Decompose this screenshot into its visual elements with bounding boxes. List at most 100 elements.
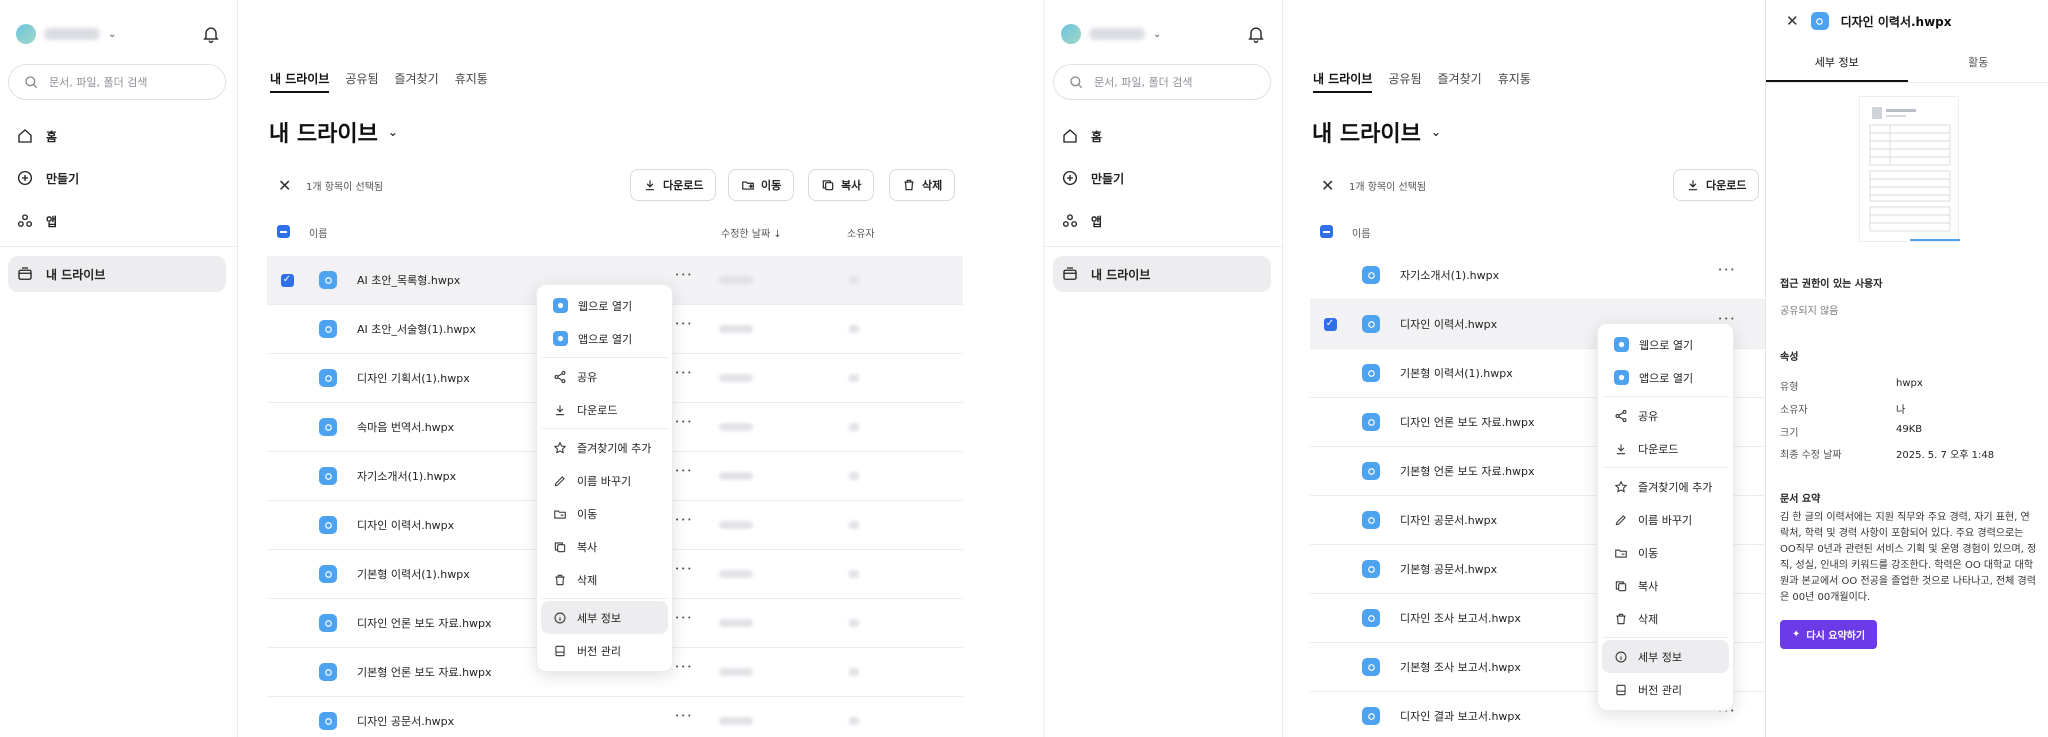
menu-delete[interactable]: 삭제 [541, 563, 668, 596]
search-input[interactable] [1094, 75, 1254, 89]
menu-details[interactable]: 세부 정보 [541, 601, 668, 634]
download-button[interactable]: 다운로드 [630, 169, 717, 201]
table-row[interactable]: 디자인 공문서.hwpx ••• [267, 697, 963, 737]
nav-apps[interactable]: 앱 [8, 203, 226, 239]
menu-favorite[interactable]: 즐겨찾기에 추가 [1602, 470, 1729, 503]
resummarize-button[interactable]: ✦ 다시 요약하기 [1780, 620, 1878, 649]
row-checkbox-cell[interactable]: ✓ [1310, 317, 1350, 331]
row-checkbox[interactable]: ✓ [1323, 317, 1337, 331]
nav-home-label: 홈 [46, 129, 58, 144]
more-options-icon[interactable]: ••• [675, 418, 693, 426]
menu-open-web[interactable]: 웹으로 열기 [1602, 328, 1729, 361]
menu-download[interactable]: 다운로드 [1602, 432, 1729, 465]
more-options-icon[interactable]: ••• [675, 271, 693, 279]
menu-rename[interactable]: 이름 바꾸기 [1602, 503, 1729, 536]
copy-icon [554, 541, 566, 552]
sort-arrow-icon: ↓ [773, 229, 782, 240]
column-name[interactable]: 이름 [1352, 225, 1370, 240]
search-input[interactable] [49, 75, 209, 89]
pencil-icon [1615, 514, 1626, 525]
menu-copy[interactable]: 복사 [1602, 569, 1729, 602]
nav-home[interactable]: 홈 [8, 118, 226, 154]
nav-home[interactable]: 홈 [1053, 118, 1271, 154]
download-button[interactable]: 다운로드 [1673, 169, 1760, 201]
info-icon [1615, 651, 1627, 662]
table-row[interactable]: 자기소개서(1).hwpx ••• [1310, 251, 1765, 300]
column-modified[interactable]: 수정한 날짜 ↓ [721, 225, 782, 240]
access-header: 접근 권한이 있는 사용자 [1780, 279, 1883, 290]
more-options-icon[interactable]: ••• [1718, 315, 1736, 323]
menu-delete[interactable]: 삭제 [1602, 602, 1729, 635]
search-box[interactable] [1053, 64, 1271, 100]
tab-my-drive[interactable]: 내 드라이브 [1313, 70, 1373, 93]
row-checkbox-cell[interactable]: ✓ [267, 273, 307, 287]
menu-open-app[interactable]: 앱으로 열기 [541, 322, 668, 355]
menu-copy[interactable]: 복사 [541, 530, 668, 563]
more-options-icon[interactable]: ••• [675, 467, 693, 475]
more-options-icon[interactable]: ••• [675, 712, 693, 720]
prop-size-value: 49KB [1896, 424, 1923, 435]
hwp-file-icon [1362, 511, 1380, 529]
tab-details-activity[interactable]: 활동 [1908, 50, 2048, 82]
tab-shared[interactable]: 공유됨 [345, 70, 378, 93]
file-name: 속마음 번역서.hwpx [357, 421, 455, 434]
workspace-switcher[interactable]: ⌄ [16, 24, 116, 44]
nav-create[interactable]: 만들기 [1053, 160, 1271, 196]
clear-selection-icon[interactable]: ✕ [1321, 176, 1334, 195]
select-all-checkbox[interactable] [1320, 225, 1333, 238]
close-icon[interactable]: ✕ [1786, 12, 1799, 30]
tab-trash[interactable]: 휴지통 [455, 70, 488, 93]
menu-share[interactable]: 공유 [1602, 399, 1729, 432]
tab-details-info[interactable]: 세부 정보 [1766, 50, 1908, 82]
copy-button[interactable]: 복사 [808, 169, 875, 201]
nav-create[interactable]: 만들기 [8, 160, 226, 196]
menu-open-web[interactable]: 웹으로 열기 [541, 289, 668, 322]
row-checkbox[interactable]: ✓ [280, 273, 294, 287]
search-box[interactable] [8, 64, 226, 100]
more-options-icon[interactable]: ••• [675, 369, 693, 377]
page-title[interactable]: 내 드라이브 ⌄ [1312, 116, 1441, 148]
column-name[interactable]: 이름 [309, 225, 327, 240]
tab-shared[interactable]: 공유됨 [1388, 70, 1421, 93]
column-owner[interactable]: 소유자 [847, 225, 875, 240]
more-options-icon[interactable]: ••• [675, 516, 693, 524]
menu-rename[interactable]: 이름 바꾸기 [541, 464, 668, 497]
more-options-icon[interactable]: ••• [675, 614, 693, 622]
menu-favorite[interactable]: 즐겨찾기에 추가 [541, 431, 668, 464]
menu-details[interactable]: 세부 정보 [1602, 640, 1729, 673]
tab-favorites[interactable]: 즐겨찾기 [1438, 70, 1482, 93]
select-all-checkbox[interactable] [277, 225, 290, 238]
nav-my-drive[interactable]: 내 드라이브 [8, 256, 226, 292]
clear-selection-icon[interactable]: ✕ [278, 176, 291, 195]
bell-icon[interactable] [1246, 24, 1266, 44]
workspace-switcher[interactable]: ⌄ [1061, 24, 1161, 44]
more-options-icon[interactable]: ••• [675, 663, 693, 671]
menu-download[interactable]: 다운로드 [541, 393, 668, 426]
more-options-icon[interactable]: ••• [675, 320, 693, 328]
menu-versions[interactable]: 버전 관리 [541, 634, 668, 667]
tab-favorites[interactable]: 즐겨찾기 [395, 70, 439, 93]
menu-move[interactable]: 이동 [541, 497, 668, 530]
page-title[interactable]: 내 드라이브 ⌄ [269, 116, 398, 148]
menu-share[interactable]: 공유 [541, 360, 668, 393]
tab-trash[interactable]: 휴지통 [1498, 70, 1531, 93]
modified-date [719, 374, 753, 382]
hwp-file-icon [1362, 609, 1380, 627]
owner-cell [849, 619, 859, 627]
nav-apps[interactable]: 앱 [1053, 203, 1271, 239]
nav-divider [0, 246, 238, 247]
folder-move-icon [1615, 549, 1627, 558]
nav-my-drive[interactable]: 내 드라이브 [1053, 256, 1271, 292]
menu-move[interactable]: 이동 [1602, 536, 1729, 569]
bell-icon[interactable] [201, 24, 221, 44]
owner-cell [849, 423, 859, 431]
tab-my-drive[interactable]: 내 드라이브 [270, 70, 330, 93]
sidebar: ⌄ 홈 만들기 앱 내 드라이브 [0, 0, 238, 737]
delete-button[interactable]: 삭제 [889, 169, 956, 201]
more-options-icon[interactable]: ••• [675, 565, 693, 573]
download-icon [1688, 180, 1698, 191]
move-button[interactable]: 이동 [728, 169, 795, 201]
menu-versions[interactable]: 버전 관리 [1602, 673, 1729, 706]
menu-open-app[interactable]: 앱으로 열기 [1602, 361, 1729, 394]
more-options-icon[interactable]: ••• [1718, 266, 1736, 274]
